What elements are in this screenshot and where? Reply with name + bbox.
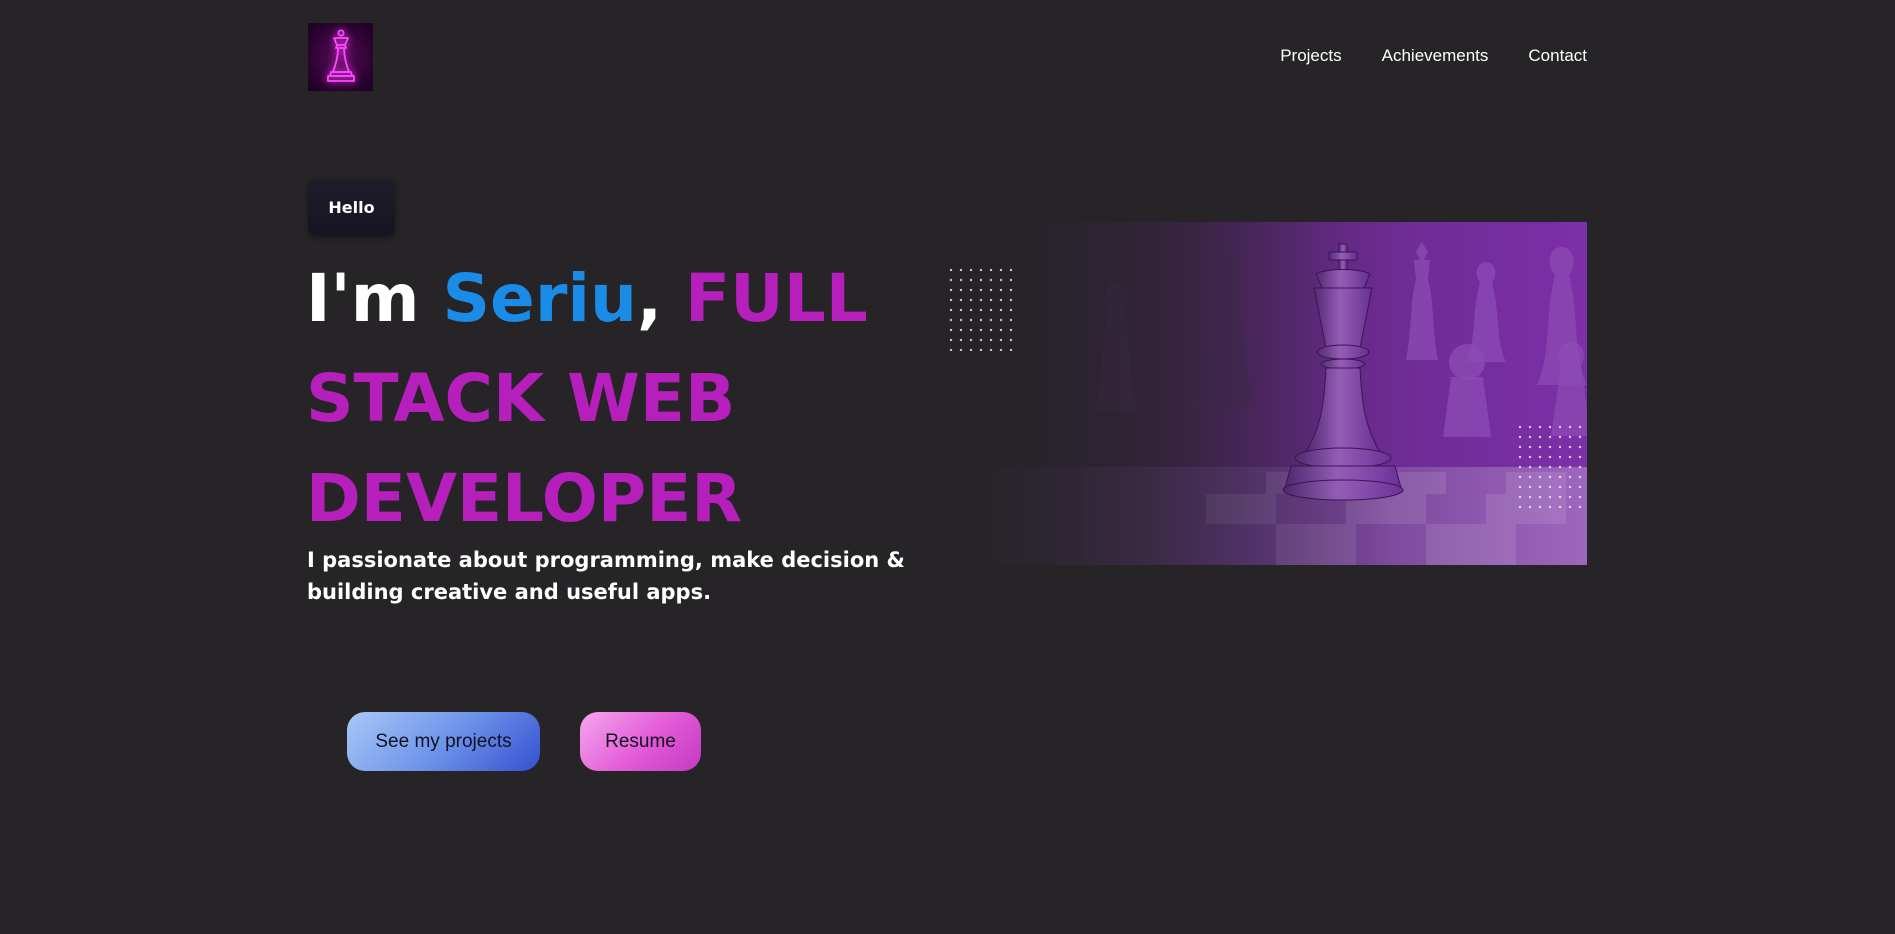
hero-subtitle: I passionate about programming, make dec… xyxy=(307,548,905,604)
hero-headline: I'm Seriu, FULL STACK WEB DEVELOPER xyxy=(306,249,946,549)
chess-queen-neon-icon xyxy=(326,29,355,82)
main-nav: Projects Achievements Contact xyxy=(1280,46,1587,66)
resume-button[interactable]: Resume xyxy=(580,712,701,771)
chess-king-image xyxy=(946,222,1587,565)
hello-badge: Hello xyxy=(308,179,395,236)
dot-pattern-right xyxy=(1515,422,1587,508)
see-projects-button[interactable]: See my projects xyxy=(347,712,540,771)
nav-contact-link[interactable]: Contact xyxy=(1528,46,1587,66)
headline-name: Seriu xyxy=(442,260,637,337)
hero-image xyxy=(946,222,1587,565)
page: Projects Achievements Contact Hello I'm … xyxy=(0,0,1895,934)
logo[interactable] xyxy=(308,23,373,91)
nav-achievements-link[interactable]: Achievements xyxy=(1382,46,1489,66)
dot-pattern-left xyxy=(946,265,1018,351)
headline-comma: , xyxy=(636,260,686,337)
nav-projects-link[interactable]: Projects xyxy=(1280,46,1341,66)
headline-intro: I'm xyxy=(306,260,443,337)
